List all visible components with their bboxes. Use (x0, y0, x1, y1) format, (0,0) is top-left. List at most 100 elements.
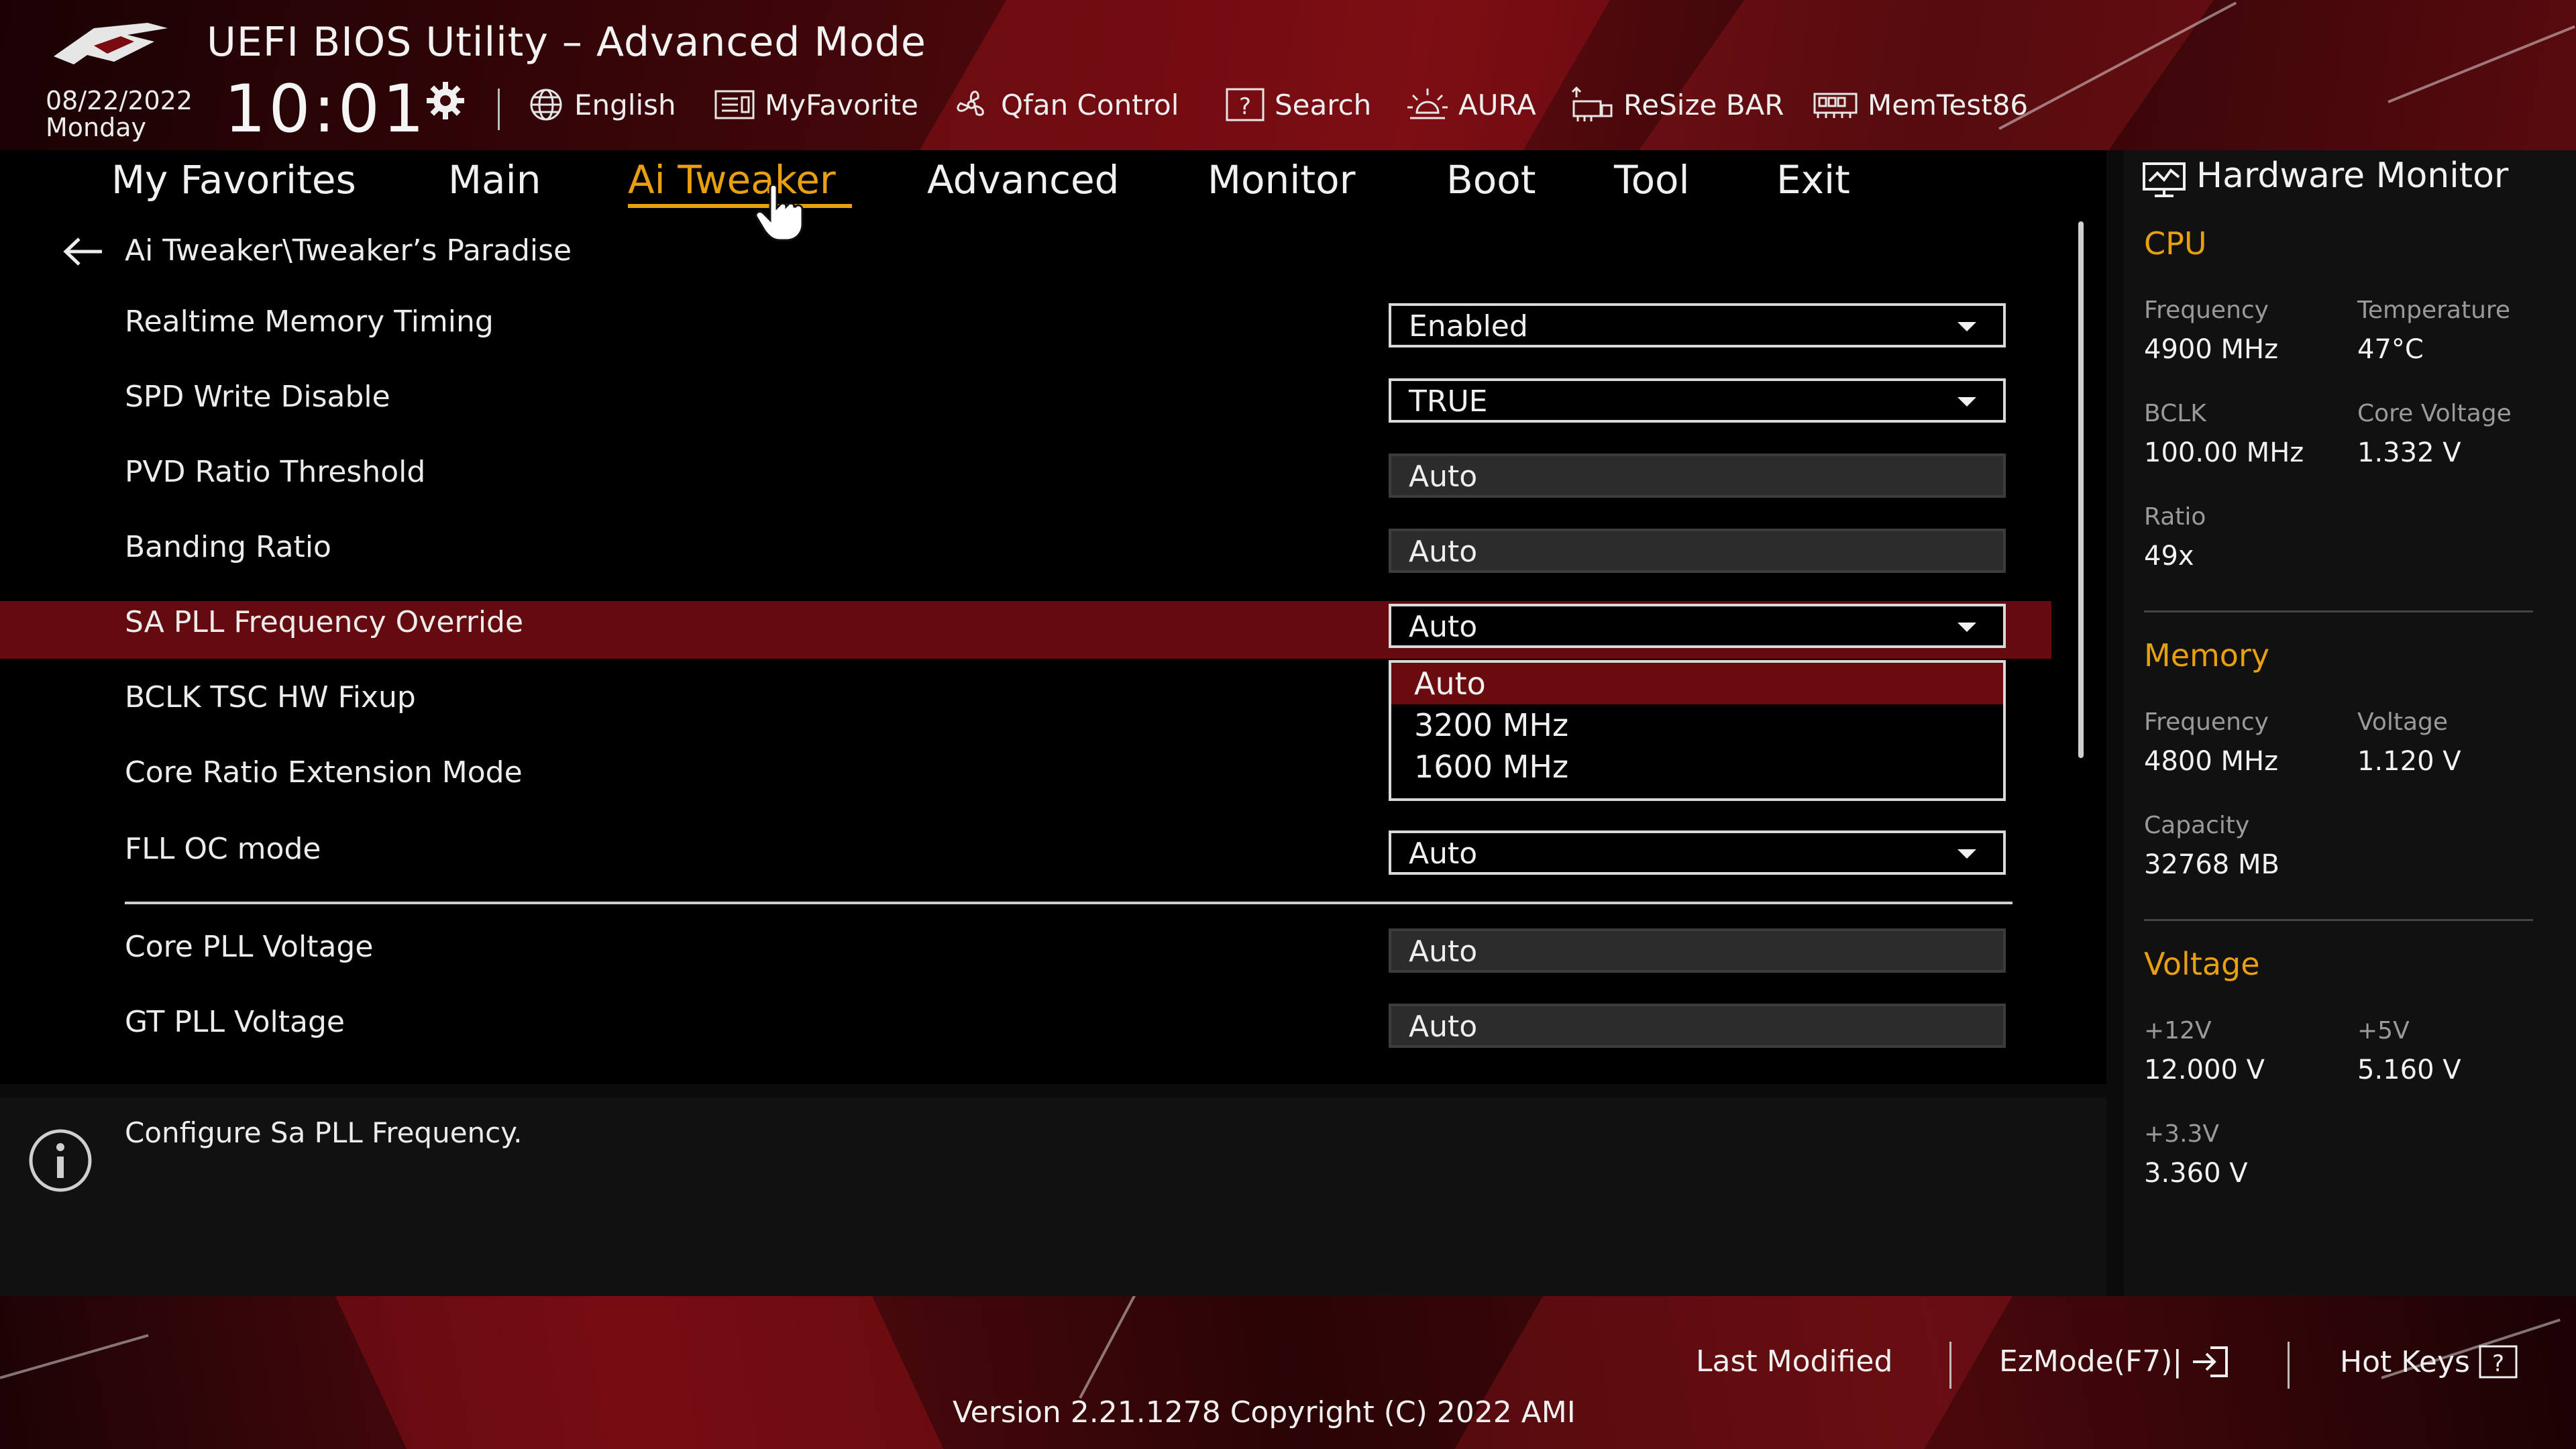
bg-slash (0, 1334, 149, 1379)
resize-bar-icon (1571, 86, 1613, 121)
footer-separator (2288, 1342, 2290, 1389)
setting-label-bclk-tsc-hw-fixup[interactable]: BCLK TSC HW Fixup (125, 678, 416, 718)
hw-3v3-value: 3.360 V (2144, 1158, 2248, 1189)
toolbar-qfan-control[interactable]: Qfan Control (951, 85, 1179, 125)
hw-separator (2144, 919, 2533, 921)
toolbar-resize-bar[interactable]: ReSize BAR (1570, 85, 1784, 125)
bg-shard (919, 0, 1610, 150)
core-pll-voltage-input[interactable]: Auto (1389, 928, 2006, 973)
gt-pll-voltage-input[interactable]: Auto (1389, 1004, 2006, 1048)
toolbar-memtest86[interactable]: MemTest86 (1813, 85, 2028, 125)
toolbar-resize-bar-label: ReSize BAR (1623, 88, 1784, 121)
hw-mem-voltage-value: 1.120 V (2357, 746, 2461, 777)
toolbar-search[interactable]: ? Search (1225, 85, 1371, 125)
toolbar-aura-label: AURA (1458, 88, 1536, 121)
gear-icon[interactable] (424, 79, 467, 122)
ezmode-label: EzMode(F7)| (1999, 1344, 2183, 1379)
svg-text:?: ? (1239, 93, 1251, 120)
setting-label-core-ratio-extension-mode[interactable]: Core Ratio Extension Mode (125, 753, 523, 793)
chevron-down-icon (1957, 397, 1976, 407)
hw-capacity-value: 32768 MB (2144, 849, 2279, 880)
scrollbar[interactable] (2078, 221, 2084, 758)
ezmode-button[interactable]: EzMode(F7)| (1999, 1344, 2231, 1379)
hw-12v-value: 12.000 V (2144, 1055, 2265, 1085)
hw-cpu-temperature-value: 47°C (2357, 334, 2424, 365)
app-title: UEFI BIOS Utility – Advanced Mode (207, 19, 926, 66)
last-modified-button[interactable]: Last Modified (1696, 1344, 1892, 1379)
hw-cpu-frequency-value: 4900 MHz (2144, 334, 2279, 365)
tab-tool[interactable]: Tool (1614, 156, 1690, 204)
tab-boot[interactable]: Boot (1446, 156, 1536, 204)
tab-advanced[interactable]: Advanced (927, 156, 1120, 204)
chevron-down-icon (1957, 623, 1976, 632)
hw-cpu-temperature-label: Temperature (2357, 297, 2511, 324)
section-divider (125, 902, 2012, 904)
hot-keys-label: Hot Keys (2340, 1344, 2470, 1379)
toolbar-english[interactable]: English (527, 85, 676, 125)
pvd-ratio-threshold-input[interactable]: Auto (1389, 453, 2006, 498)
setting-label-pvd-ratio-threshold: PVD Ratio Threshold (125, 455, 426, 489)
date-display: 08/22/2022 (46, 86, 193, 115)
chevron-down-icon (1957, 849, 1976, 859)
globe-icon (530, 89, 562, 121)
exit-arrow-icon (2193, 1346, 2229, 1377)
hw-3v3-label: +3.3V (2144, 1120, 2220, 1148)
memtest-icon (1813, 93, 1858, 118)
setting-label-sa-pll-frequency-override: SA PLL Frequency Override (125, 605, 524, 639)
back-arrow-icon[interactable] (62, 235, 105, 268)
banding-ratio-input[interactable]: Auto (1389, 529, 2006, 573)
hw-mem-frequency-label: Frequency (2144, 708, 2269, 736)
fan-icon (957, 91, 984, 116)
hw-bclk-value: 100.00 MHz (2144, 437, 2304, 468)
header-separator (498, 89, 500, 130)
fll-oc-mode-select[interactable]: Auto (1389, 830, 2006, 875)
search-icon: ? (1226, 88, 1265, 121)
hw-mem-frequency-value: 4800 MHz (2144, 746, 2279, 777)
chevron-down-icon (1957, 322, 1976, 331)
tab-monitor[interactable]: Monitor (1208, 156, 1355, 204)
hot-keys-button[interactable]: Hot Keys ? (2340, 1344, 2518, 1379)
core-pll-voltage-value: Auto (1409, 934, 1478, 969)
dropdown-option-auto[interactable]: Auto (1391, 663, 2003, 704)
setting-label-spd-write-disable: SPD Write Disable (125, 380, 390, 414)
realtime-memory-timing-select[interactable]: Enabled (1389, 303, 2006, 347)
tab-main[interactable]: Main (448, 156, 541, 204)
banding-ratio-value: Auto (1409, 535, 1478, 569)
dropdown-option-1600mhz[interactable]: 1600 MHz (1391, 746, 2003, 788)
setting-label-gt-pll-voltage: GT PLL Voltage (125, 1005, 345, 1039)
breadcrumb: Ai Tweaker\Tweaker’s Paradise (125, 233, 572, 268)
monitor-icon (2143, 162, 2186, 197)
help-icon: ? (2479, 1345, 2518, 1379)
sa-pll-frequency-override-value: Auto (1409, 610, 1478, 644)
dropdown-option-3200mhz[interactable]: 3200 MHz (1391, 704, 2003, 746)
bg-shard (1639, 0, 2214, 150)
bg-slash (1079, 1296, 1144, 1399)
hw-ratio-label: Ratio (2144, 503, 2206, 531)
realtime-memory-timing-value: Enabled (1409, 309, 1528, 343)
help-text: Configure Sa PLL Frequency. (125, 1116, 523, 1149)
active-tab-underline (628, 204, 852, 208)
toolbar-memtest86-label: MemTest86 (1868, 88, 2029, 121)
toolbar-myfavorite[interactable]: MyFavorite (714, 85, 918, 125)
spd-write-disable-select[interactable]: TRUE (1389, 378, 2006, 423)
setting-label-fll-oc-mode: FLL OC mode (125, 832, 321, 866)
hardware-monitor-title: Hardware Monitor (2196, 156, 2509, 196)
toolbar-aura[interactable]: AURA (1406, 85, 1536, 125)
sa-pll-frequency-override-select[interactable]: Auto (1389, 604, 2006, 648)
gt-pll-voltage-value: Auto (1409, 1010, 1478, 1044)
hw-5v-value: 5.160 V (2357, 1055, 2461, 1085)
tab-exit[interactable]: Exit (1776, 156, 1850, 204)
hw-section-voltage: Voltage (2144, 946, 2260, 982)
setting-label-banding-ratio: Banding Ratio (125, 530, 331, 564)
toolbar-english-label: English (574, 88, 676, 121)
hw-core-voltage-value: 1.332 V (2357, 437, 2461, 468)
pvd-ratio-threshold-value: Auto (1409, 460, 1478, 494)
dropdown-menu: Auto 3200 MHz 1600 MHz (1389, 660, 2006, 801)
hw-mem-voltage-label: Voltage (2357, 708, 2449, 736)
hw-ratio-value: 49x (2144, 541, 2194, 572)
footer-separator (1949, 1342, 1951, 1389)
tab-my-favorites[interactable]: My Favorites (111, 156, 356, 204)
toolbar-myfavorite-label: MyFavorite (765, 88, 918, 121)
hw-5v-label: +5V (2357, 1017, 2410, 1044)
hw-separator (2144, 610, 2533, 612)
